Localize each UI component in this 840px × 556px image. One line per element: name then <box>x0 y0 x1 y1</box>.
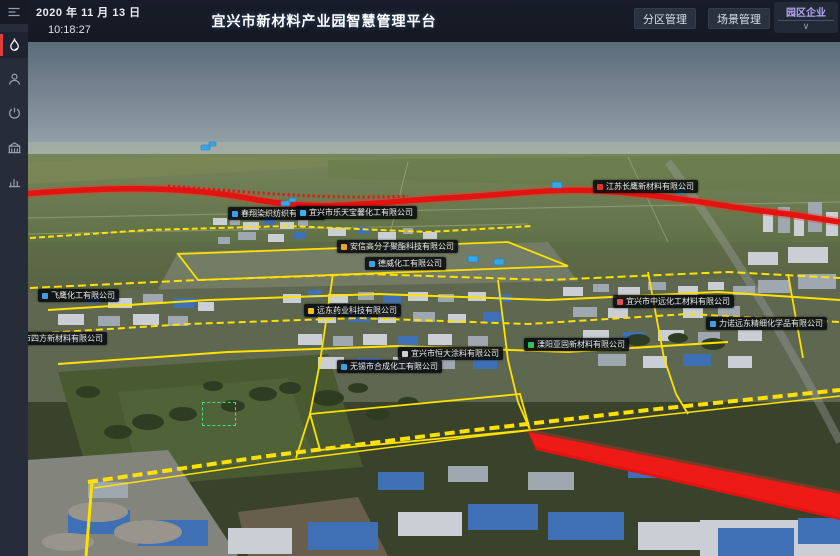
selection-box <box>202 402 236 426</box>
map-3d-scene[interactable]: 春翔染织纺织有限公司 宜兴市乐天宝馨化工有限公司 安信高分子聚酯科技有限公司 德… <box>28 42 840 556</box>
company-logo-icon <box>369 261 375 267</box>
chevron-down-icon: ∨ <box>803 21 810 31</box>
sidebar-item-personnel[interactable] <box>0 66 28 92</box>
company-label[interactable]: 飞鹰化工有限公司 <box>38 289 119 302</box>
company-label[interactable]: 宜兴市恒大涂料有限公司 <box>398 347 503 360</box>
company-label[interactable]: 力诺远东精细化学品有限公司 <box>706 317 827 330</box>
company-label[interactable]: 远东药业科技有限公司 <box>304 304 401 317</box>
sidebar-item-energy-monitor[interactable] <box>0 100 28 126</box>
company-logo-icon <box>308 308 314 314</box>
factory-building-icon <box>7 140 22 155</box>
company-label-text: 德威化工有限公司 <box>378 258 442 269</box>
company-label-text: 远东药业科技有限公司 <box>317 305 397 316</box>
company-logo-icon <box>42 293 48 299</box>
company-label[interactable]: 安信高分子聚酯科技有限公司 <box>337 240 458 253</box>
company-label[interactable]: 宜兴市四方新材料有限公司 <box>28 332 107 345</box>
top-bar: 2020 年 11 月 13 日 10:18:27 宜兴市新材料产业园智慧管理平… <box>28 0 840 42</box>
company-label-text: 安信高分子聚酯科技有限公司 <box>350 241 454 252</box>
power-gauge-icon <box>7 106 22 121</box>
company-label[interactable]: 无锡市合成化工有限公司 <box>337 360 442 373</box>
company-label-text: 宜兴市四方新材料有限公司 <box>28 333 103 344</box>
flame-icon <box>7 38 22 53</box>
sidebar-item-enterprise[interactable] <box>0 134 28 160</box>
company-logo-icon <box>597 184 603 190</box>
company-logo-icon <box>300 210 306 216</box>
company-logo-icon <box>232 211 238 217</box>
park-enterprise-dropdown-label: 园区企业 <box>786 4 826 19</box>
app-window: 2020 年 11 月 13 日 10:18:27 宜兴市新材料产业园智慧管理平… <box>0 0 840 556</box>
company-label-text: 宜兴市恒大涂料有限公司 <box>411 348 499 359</box>
sidebar-item-menu[interactable] <box>0 0 28 24</box>
company-label-text: 宜兴市中远化工材料有限公司 <box>626 296 730 307</box>
sidebar-item-statistics[interactable] <box>0 168 28 194</box>
company-logo-icon <box>617 299 623 305</box>
zone-management-button[interactable]: 分区管理 <box>634 8 696 29</box>
company-label[interactable]: 宜兴市中远化工材料有限公司 <box>613 295 734 308</box>
company-label[interactable]: 江苏长鹰新材料有限公司 <box>593 180 698 193</box>
company-label-text: 飞鹰化工有限公司 <box>51 290 115 301</box>
sidebar <box>0 0 28 556</box>
park-enterprise-dropdown[interactable]: 园区企业 ∨ <box>774 2 838 33</box>
scene-management-button[interactable]: 场景管理 <box>708 8 770 29</box>
sidebar-item-fire-monitor[interactable] <box>0 32 28 58</box>
company-label-text: 无锡市合成化工有限公司 <box>350 361 438 372</box>
company-label-text: 力诺远东精细化学品有限公司 <box>719 318 823 329</box>
company-logo-icon <box>341 364 347 370</box>
company-logo-icon <box>402 351 408 357</box>
page-title: 宜兴市新材料产业园智慧管理平台 <box>28 0 620 42</box>
bar-chart-icon <box>7 174 22 189</box>
hamburger-icon <box>6 4 22 20</box>
person-icon <box>7 72 22 87</box>
company-label-text: 江苏长鹰新材料有限公司 <box>606 181 694 192</box>
company-label-text: 溧阳亚固新材料有限公司 <box>537 339 625 350</box>
company-logo-icon <box>341 244 347 250</box>
company-logo-icon <box>710 321 716 327</box>
company-label-text: 宜兴市乐天宝馨化工有限公司 <box>309 207 413 218</box>
company-logo-icon <box>528 342 534 348</box>
company-label[interactable]: 宜兴市乐天宝馨化工有限公司 <box>296 206 417 219</box>
company-label[interactable]: 溧阳亚固新材料有限公司 <box>524 338 629 351</box>
company-label[interactable]: 德威化工有限公司 <box>365 257 446 270</box>
